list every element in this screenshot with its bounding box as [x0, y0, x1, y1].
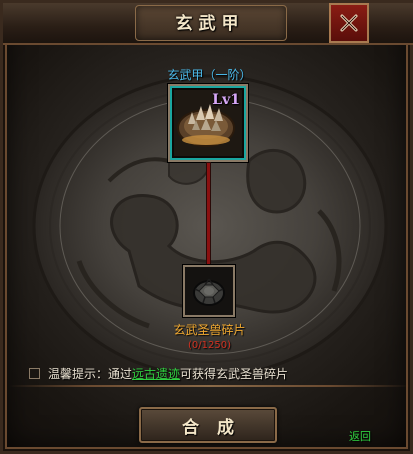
- close-button[interactable]: [329, 3, 369, 43]
- material-slot[interactable]: [183, 265, 235, 317]
- compose-button[interactable]: 合成: [139, 407, 277, 443]
- back-link[interactable]: 返回: [349, 428, 371, 444]
- tip-suffix: 可获得玄武圣兽碎片: [180, 366, 289, 381]
- item-slot[interactable]: Lv1: [168, 84, 248, 162]
- material-name: 玄武圣兽碎片: [173, 323, 246, 337]
- tip-prefix: 温馨提示：通过: [48, 366, 133, 381]
- connector-line: [207, 163, 210, 265]
- close-icon: [340, 14, 358, 32]
- tip-row: 温馨提示：通过 远古遗迹 可获得玄武圣兽碎片: [29, 365, 288, 381]
- level-badge: Lv1: [212, 92, 240, 108]
- separator: [9, 385, 410, 387]
- item-name: 玄武甲（一阶）: [167, 68, 252, 82]
- synthesis-panel: 玄武甲 玄武甲（一阶） Lv1 玄武圣兽碎片 (0/1250) 温馨提示：通过 …: [0, 0, 413, 454]
- turtle-shell-fragment-icon: [185, 267, 233, 315]
- material-count: (0/1250): [188, 340, 231, 351]
- window-title: 玄武甲: [175, 14, 245, 34]
- tip-link-ancient-ruins[interactable]: 远古遗迹: [132, 365, 180, 382]
- tip-checkbox[interactable]: [29, 367, 40, 379]
